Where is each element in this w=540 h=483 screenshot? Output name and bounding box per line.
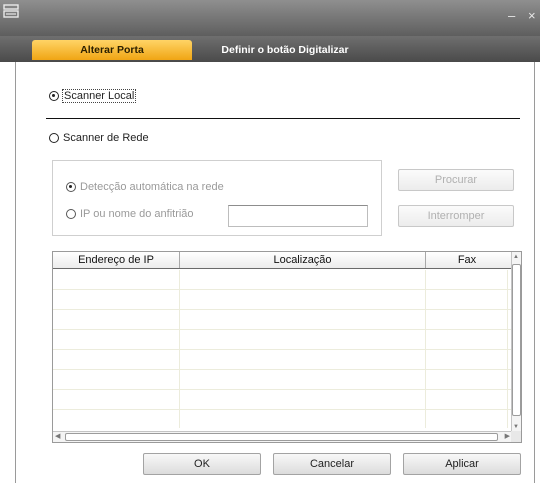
- scroll-up-icon[interactable]: ▲: [513, 254, 519, 260]
- table-row[interactable]: [53, 390, 512, 410]
- separator: [46, 118, 520, 119]
- right-frame: [534, 62, 540, 483]
- auto-detect-label: Detecção automática na rede: [80, 181, 224, 193]
- apply-button[interactable]: Aplicar: [403, 453, 521, 475]
- left-frame: [0, 62, 16, 483]
- ok-button[interactable]: OK: [143, 453, 261, 475]
- auto-detect-radio[interactable]: Detecção automática na rede: [66, 181, 224, 193]
- close-button[interactable]: ×: [528, 9, 536, 23]
- ip-host-label: IP ou nome do anfitrião: [80, 208, 194, 220]
- search-button[interactable]: Procurar: [398, 169, 514, 191]
- scrollbar-corner: [511, 431, 521, 442]
- tab-strip: Alterar Porta Definir o botão Digitaliza…: [0, 36, 540, 62]
- radio-unselected-icon: [66, 209, 76, 219]
- scroll-down-icon[interactable]: ▼: [513, 424, 519, 430]
- ip-host-radio[interactable]: IP ou nome do anfitrião: [66, 208, 194, 220]
- scroll-left-icon[interactable]: ◀: [55, 433, 60, 441]
- column-header-location[interactable]: Localização: [180, 252, 426, 268]
- scanner-table[interactable]: Endereço de IP Localização Fax ▲ ▼ ◀ ▶: [52, 251, 522, 443]
- horizontal-scroll-thumb[interactable]: [65, 433, 498, 441]
- table-row[interactable]: [53, 290, 512, 310]
- cancel-button[interactable]: Cancelar: [273, 453, 391, 475]
- vertical-scrollbar[interactable]: ▲ ▼: [511, 252, 521, 432]
- column-header-fax[interactable]: Fax: [426, 252, 508, 268]
- scanner-local-label: Scanner Local: [61, 89, 137, 103]
- table-row[interactable]: [53, 310, 512, 330]
- table-row[interactable]: [53, 370, 512, 390]
- table-row[interactable]: [53, 350, 512, 370]
- minimize-button[interactable]: –: [508, 9, 515, 23]
- column-header-ip[interactable]: Endereço de IP: [53, 252, 180, 268]
- table-row[interactable]: [53, 270, 512, 290]
- table-body: [53, 270, 512, 428]
- scanner-local-radio[interactable]: Scanner Local: [49, 89, 137, 103]
- scroll-right-icon[interactable]: ▶: [505, 433, 510, 441]
- title-bar: – ×: [0, 0, 540, 36]
- scanner-icon: [3, 4, 19, 18]
- tab-scan-button[interactable]: Definir o botão Digitalizar: [212, 40, 358, 60]
- horizontal-scrollbar[interactable]: ◀ ▶: [53, 431, 512, 442]
- stop-button[interactable]: Interromper: [398, 205, 514, 227]
- scanner-network-label: Scanner de Rede: [63, 132, 149, 144]
- radio-selected-icon: [49, 91, 59, 101]
- radio-unselected-icon: [49, 133, 59, 143]
- ip-host-input[interactable]: [228, 205, 368, 227]
- tab-change-port[interactable]: Alterar Porta: [32, 40, 192, 60]
- table-header: Endereço de IP Localização Fax: [53, 252, 512, 269]
- radio-selected-icon: [66, 182, 76, 192]
- scanner-network-radio[interactable]: Scanner de Rede: [49, 132, 149, 144]
- table-row[interactable]: [53, 410, 512, 428]
- table-row[interactable]: [53, 330, 512, 350]
- vertical-scroll-thumb[interactable]: [512, 264, 521, 416]
